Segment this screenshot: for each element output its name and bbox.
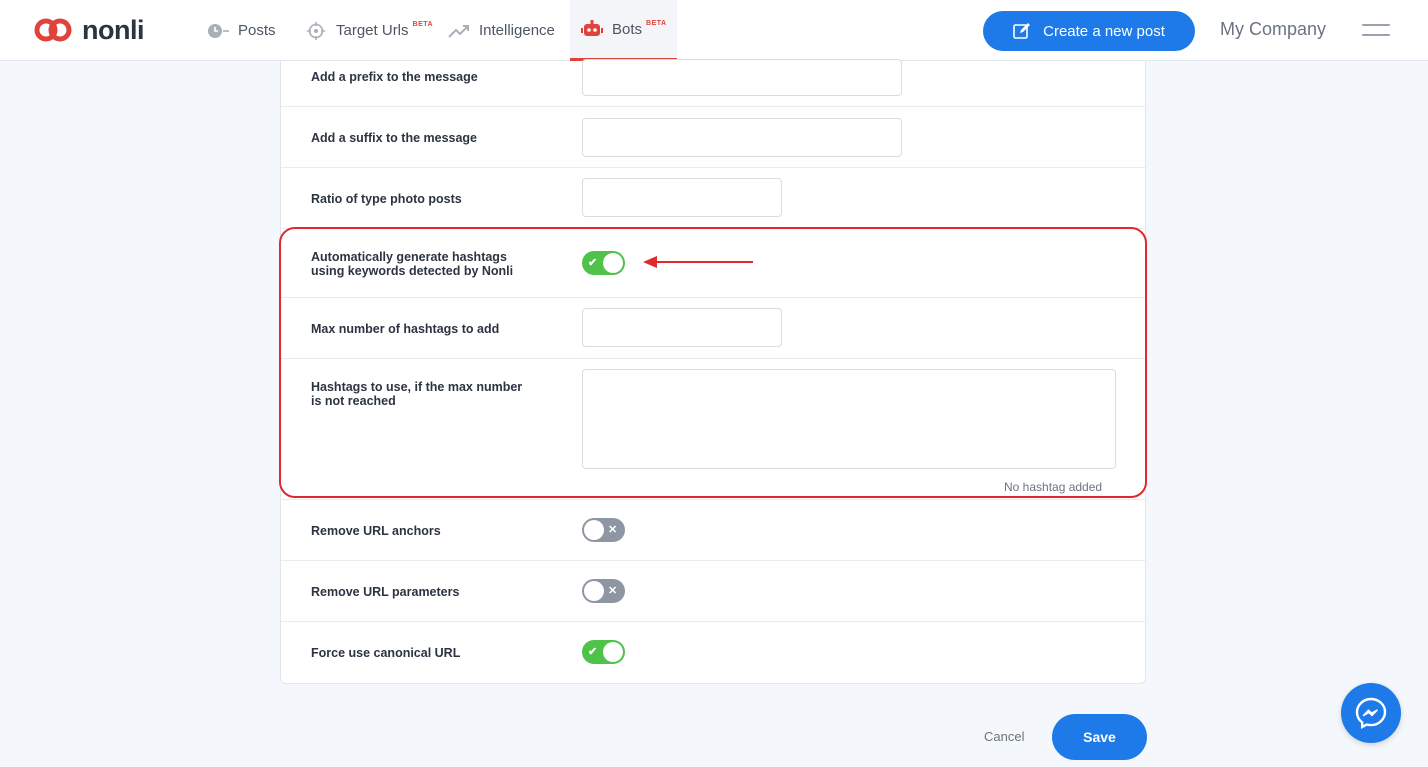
hashtags-to-use-label-line-1: Hashtags to use, if the max number bbox=[311, 380, 523, 394]
row-remove-anchors: Remove URL anchors ✕ bbox=[281, 500, 1145, 561]
robot-icon bbox=[580, 17, 604, 41]
no-hashtag-text: No hashtag added bbox=[1004, 480, 1103, 494]
beta-badge: BETA bbox=[646, 19, 667, 27]
nonli-logo-icon bbox=[34, 18, 72, 42]
nav-intelligence-label: Intelligence bbox=[479, 22, 555, 39]
create-post-label: Create a new post bbox=[1043, 22, 1165, 40]
prefix-input[interactable] bbox=[582, 59, 902, 96]
ratio-input[interactable] bbox=[582, 178, 782, 217]
beta-badge: BETA bbox=[412, 21, 434, 28]
messenger-icon bbox=[1355, 697, 1387, 730]
nav-intelligence[interactable]: Intelligence bbox=[447, 0, 570, 61]
toggle-knob bbox=[603, 642, 623, 662]
check-icon: ✔ bbox=[588, 646, 598, 658]
remove-params-label: Remove URL parameters bbox=[311, 585, 460, 599]
auto-hashtags-label-line-2: using keywords detected by Nonli bbox=[311, 264, 514, 278]
remove-params-toggle[interactable]: ✕ bbox=[582, 579, 625, 603]
max-hashtags-input[interactable] bbox=[582, 308, 782, 347]
nav-target-urls-label: Target Urls bbox=[336, 22, 409, 39]
toggle-knob bbox=[584, 520, 604, 540]
hashtags-to-use-label: Hashtags to use, if the max number is no… bbox=[311, 380, 522, 408]
hashtags-to-use-label-line-2: is not reached bbox=[311, 394, 396, 408]
edit-icon bbox=[1013, 23, 1031, 39]
top-header: nonli Posts Target Urls BETA Intelligenc… bbox=[0, 0, 1428, 61]
nav-posts[interactable]: Posts bbox=[206, 0, 304, 61]
trending-up-icon bbox=[447, 19, 471, 43]
messenger-chat-button[interactable] bbox=[1341, 683, 1401, 743]
row-canonical: Force use canonical URL ✔ bbox=[281, 622, 1145, 683]
x-icon: ✕ bbox=[608, 585, 618, 597]
company-name[interactable]: My Company bbox=[1220, 19, 1326, 40]
row-prefix: Add a prefix to the message bbox=[281, 59, 1145, 107]
remove-anchors-label: Remove URL anchors bbox=[311, 524, 441, 538]
row-max-hashtags: Max number of hashtags to add bbox=[281, 298, 1145, 359]
clock-icon bbox=[206, 19, 230, 43]
row-ratio: Ratio of type photo posts bbox=[281, 168, 1145, 229]
toggle-knob bbox=[603, 253, 623, 273]
nav-posts-label: Posts bbox=[238, 22, 276, 39]
nav-bots-label: Bots bbox=[612, 20, 643, 38]
nav-bots[interactable]: Bots BETA bbox=[570, 0, 677, 61]
canonical-toggle[interactable]: ✔ bbox=[582, 640, 625, 664]
row-suffix: Add a suffix to the message bbox=[281, 107, 1145, 168]
target-icon bbox=[304, 19, 328, 43]
create-post-button[interactable]: Create a new post bbox=[983, 11, 1195, 51]
auto-hashtags-label: Automatically generate hashtags using ke… bbox=[311, 250, 513, 278]
ratio-label: Ratio of type photo posts bbox=[311, 192, 462, 206]
arrow-left-icon bbox=[643, 256, 753, 268]
canonical-label: Force use canonical URL bbox=[311, 646, 461, 660]
toggle-knob bbox=[584, 581, 604, 601]
remove-anchors-toggle[interactable]: ✕ bbox=[582, 518, 625, 542]
hashtags-textarea[interactable] bbox=[582, 369, 1116, 469]
row-hashtags-to-use: Hashtags to use, if the max number is no… bbox=[281, 359, 1145, 500]
nav-target-urls[interactable]: Target Urls BETA bbox=[304, 0, 447, 61]
cancel-button[interactable]: Cancel bbox=[984, 729, 1024, 744]
nonli-logo[interactable]: nonli bbox=[33, 15, 144, 45]
auto-hashtags-label-line-1: Automatically generate hashtags bbox=[311, 250, 507, 264]
row-remove-params: Remove URL parameters ✕ bbox=[281, 561, 1145, 622]
suffix-input[interactable] bbox=[582, 118, 902, 157]
save-button[interactable]: Save bbox=[1052, 714, 1147, 760]
check-icon: ✔ bbox=[588, 257, 598, 269]
prefix-label: Add a prefix to the message bbox=[311, 70, 478, 84]
suffix-label: Add a suffix to the message bbox=[311, 131, 478, 145]
logo-text: nonli bbox=[82, 15, 144, 45]
auto-hashtags-toggle[interactable]: ✔ bbox=[582, 251, 625, 275]
hamburger-menu-icon[interactable] bbox=[1362, 24, 1390, 38]
main-nav: Posts Target Urls BETA Intelligence Bots… bbox=[206, 0, 677, 61]
max-hashtags-label: Max number of hashtags to add bbox=[311, 322, 500, 336]
x-icon: ✕ bbox=[608, 524, 618, 536]
bot-settings-card: Add a prefix to the message Add a suffix… bbox=[280, 59, 1146, 684]
